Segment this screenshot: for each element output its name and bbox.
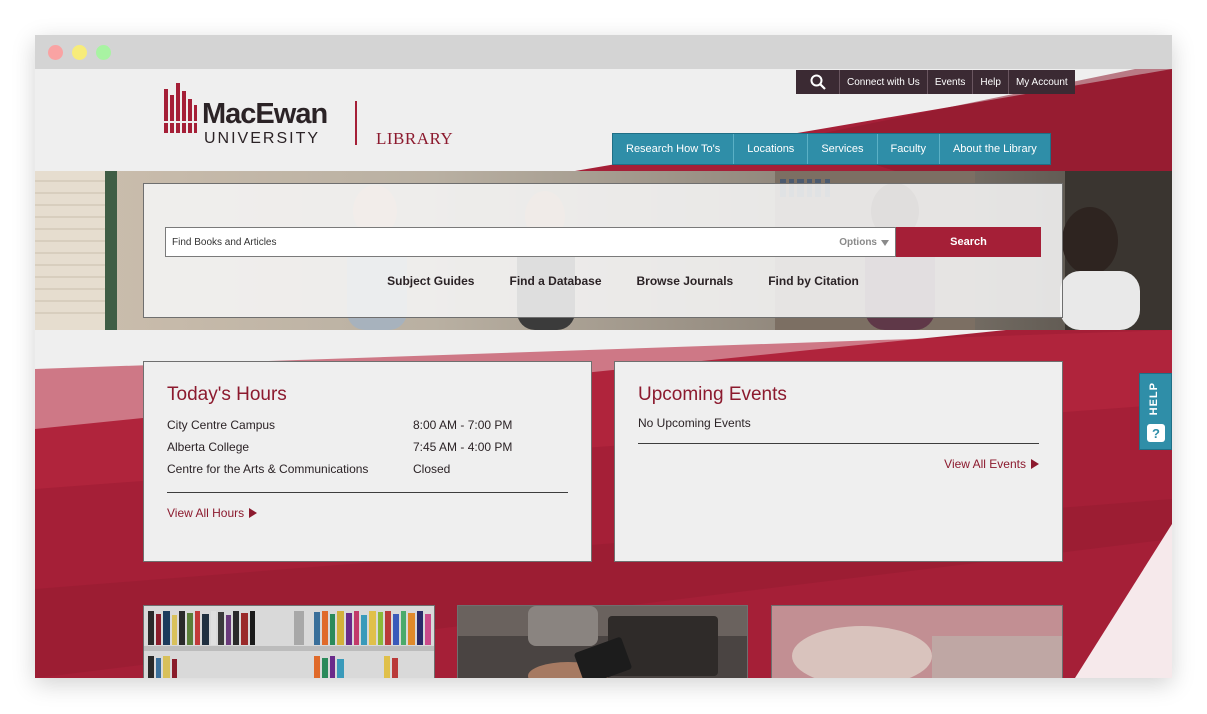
hours-time: 8:00 AM - 7:00 PM [413,418,513,432]
feature-tile-study[interactable] [771,605,1063,678]
events-card: Upcoming Events No Upcoming Events View … [614,361,1063,562]
events-divider [638,443,1039,444]
hours-campus: City Centre Campus [167,418,276,432]
hours-title: Today's Hours [167,384,287,405]
tablet-image [458,606,747,678]
utility-nav: Connect with Us Events Help My Account [796,70,1075,94]
maximize-window-button[interactable] [96,45,111,60]
view-all-events-label: View All Events [944,457,1026,471]
nav-services[interactable]: Services [808,134,878,164]
quick-link-browse-journals[interactable]: Browse Journals [637,274,734,288]
logo-name: MacEwan [202,98,328,130]
events-title: Upcoming Events [638,384,787,405]
search-icon [810,74,826,90]
hours-campus: Alberta College [167,440,250,454]
no-events-message: No Upcoming Events [638,416,751,430]
search-options-label: Options [839,237,877,248]
arrow-right-icon [249,508,258,518]
hours-time: Closed [413,462,451,476]
logo-mark-icon [164,83,197,133]
main-nav: Research How To's Locations Services Fac… [612,133,1051,165]
help-tab[interactable]: HELP ? [1139,373,1172,450]
page-viewport: MacEwan UNIVERSITY LIBRARY Connect with … [35,69,1172,678]
view-all-events-link[interactable]: View All Events [944,457,1039,471]
search-options-dropdown[interactable]: Options [839,237,889,248]
view-all-hours-link[interactable]: View All Hours [167,506,258,520]
hours-divider [167,492,568,493]
search-input[interactable]: Find Books and Articles Options [165,227,896,257]
logo-university: UNIVERSITY [204,130,321,147]
chevron-down-icon [881,239,889,246]
hours-campus: Centre for the Arts & Communications [167,462,369,476]
hours-time: 7:45 AM - 4:00 PM [413,440,513,454]
utility-link-events[interactable]: Events [928,70,974,94]
utility-link-account[interactable]: My Account [1009,70,1075,94]
quick-link-subject-guides[interactable]: Subject Guides [387,274,474,288]
nav-research-how-tos[interactable]: Research How To's [613,134,735,164]
browser-titlebar [35,35,1172,69]
search-quick-links: Subject Guides Find a Database Browse Jo… [144,274,1062,288]
view-all-hours-label: View All Hours [167,506,245,520]
arrow-right-icon [1031,459,1039,469]
close-window-button[interactable] [48,45,63,60]
utility-search-button[interactable] [796,70,840,94]
search-button[interactable]: Search [896,227,1041,257]
nav-locations[interactable]: Locations [734,134,809,164]
logo-library: LIBRARY [376,129,454,148]
help-tab-label: HELP [1148,382,1160,416]
search-placeholder: Find Books and Articles [172,237,277,248]
minimize-window-button[interactable] [72,45,87,60]
quick-link-find-database[interactable]: Find a Database [509,274,601,288]
feature-tile-tablet[interactable] [457,605,748,678]
logo-divider [355,101,357,145]
search-panel: Find Books and Articles Options Search S… [143,183,1063,318]
question-icon: ? [1147,424,1165,442]
quick-link-find-by-citation[interactable]: Find by Citation [768,274,859,288]
feature-tile-bookshelf[interactable] [143,605,435,678]
maceWan-library-logo[interactable]: MacEwan UNIVERSITY LIBRARY [164,83,464,153]
utility-link-help[interactable]: Help [973,70,1009,94]
nav-about-library[interactable]: About the Library [940,134,1050,164]
utility-link-connect[interactable]: Connect with Us [840,70,928,94]
hours-card: Today's Hours City Centre Campus 8:00 AM… [143,361,592,562]
study-image [772,606,1062,678]
nav-faculty[interactable]: Faculty [878,134,940,164]
browser-window: MacEwan UNIVERSITY LIBRARY Connect with … [35,35,1172,678]
bookshelf-image [144,606,434,678]
